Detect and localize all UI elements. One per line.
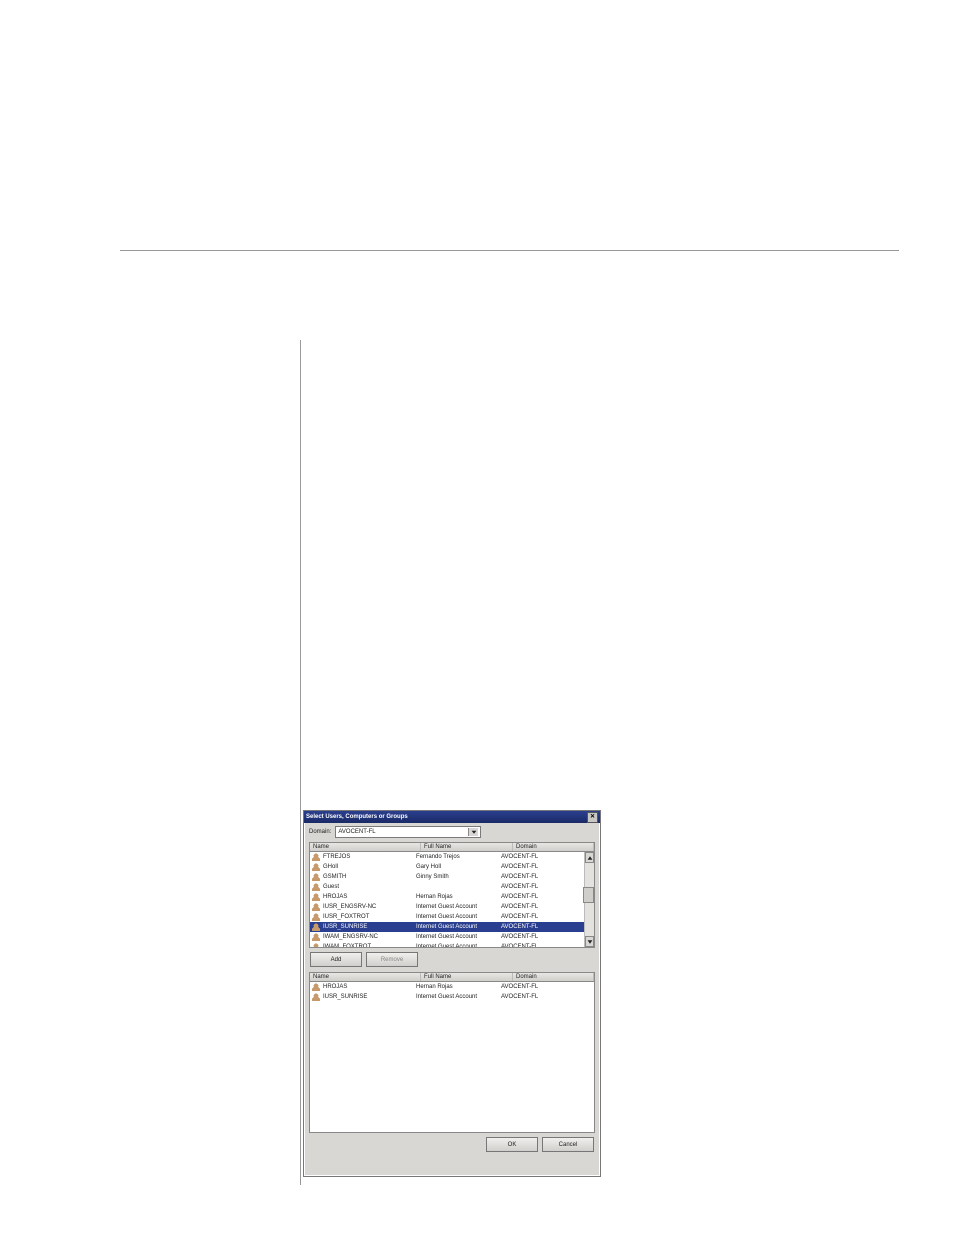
row-domain: AVOCENT-FL: [501, 994, 592, 1000]
col-domain[interactable]: Domain: [513, 843, 594, 851]
user-icon: [312, 993, 320, 1001]
scroll-up-icon[interactable]: [585, 852, 594, 863]
list-item[interactable]: IUSR_SUNRISE Internet Guest AccountAVOCEN…: [310, 992, 594, 1002]
available-list[interactable]: FTREJOSFernando TrejosAVOCENT-FLGHollGar…: [309, 852, 595, 948]
list-item[interactable]: HROJAS Hernan RojasAVOCENT-FL: [310, 892, 594, 902]
row-domain: AVOCENT-FL: [501, 884, 592, 890]
add-button[interactable]: Add: [310, 952, 362, 967]
row-fullname: Hernan Rojas: [416, 894, 501, 900]
available-list-header: Name Full Name Domain: [309, 842, 595, 852]
page-vertical-rule: [300, 340, 301, 1185]
list-item[interactable]: IUSR_FOXTROT Internet Guest AccountAVOCEN…: [310, 912, 594, 922]
ok-button[interactable]: OK: [486, 1137, 538, 1152]
col-domain-2[interactable]: Domain: [513, 973, 594, 981]
scroll-down-icon[interactable]: [585, 936, 594, 947]
list-item[interactable]: IUSR_ENGSRV-NC Internet Guest AccountAVOC…: [310, 902, 594, 912]
row-fullname: Ginny Smith: [416, 874, 501, 880]
ok-button-label: OK: [508, 1142, 517, 1148]
row-domain: AVOCENT-FL: [501, 894, 592, 900]
list-item[interactable]: HROJAS Hernan RojasAVOCENT-FL: [310, 982, 594, 992]
row-fullname: Internet Guest Account: [416, 934, 501, 940]
page-header-rule: [120, 250, 899, 251]
row-name: IUSR_ENGSRV-NC: [323, 904, 376, 910]
row-name: FTREJOS: [323, 854, 350, 860]
cancel-button-label: Cancel: [559, 1142, 578, 1148]
add-button-label: Add: [331, 957, 342, 963]
row-domain: AVOCENT-FL: [501, 914, 592, 920]
list-item[interactable]: GSMITH Ginny SmithAVOCENT-FL: [310, 872, 594, 882]
row-domain: AVOCENT-FL: [501, 904, 592, 910]
user-icon: [312, 893, 320, 901]
col-full-2[interactable]: Full Name: [421, 973, 513, 981]
row-name: HROJAS: [323, 984, 347, 990]
user-icon: [312, 943, 320, 948]
row-fullname: Internet Guest Account: [416, 914, 501, 920]
close-button[interactable]: ✕: [587, 812, 598, 823]
dialog-bottom-buttons: OK Cancel: [304, 1133, 600, 1157]
list-item[interactable]: IWAM_FOXTROT Internet Guest AccountAVOCEN…: [310, 942, 594, 948]
row-name: IUSR_SUNRISE: [323, 994, 367, 1000]
scroll-thumb[interactable]: [583, 887, 594, 903]
user-icon: [312, 913, 320, 921]
col-name-2[interactable]: Name: [310, 973, 421, 981]
row-name: IWAM_FOXTROT: [323, 944, 371, 948]
list-item[interactable]: FTREJOS Fernando TrejosAVOCENT-FL: [310, 852, 594, 862]
user-icon: [312, 923, 320, 931]
dialog-title: Select Users, Computers or Groups: [306, 814, 408, 820]
domain-row: Domain: AVOCENT-FL: [304, 823, 600, 840]
selected-list-header: Name Full Name Domain: [309, 972, 595, 982]
user-icon: [312, 873, 320, 881]
col-full[interactable]: Full Name: [421, 843, 513, 851]
user-icon: [312, 903, 320, 911]
row-domain: AVOCENT-FL: [501, 984, 592, 990]
list-item[interactable]: IUSR_SUNRISE Internet Guest AccountAVOCEN…: [310, 922, 594, 932]
row-domain: AVOCENT-FL: [501, 864, 592, 870]
row-domain: AVOCENT-FL: [501, 874, 592, 880]
selected-list[interactable]: HROJASHernan RojasAVOCENT-FLIUSR_SUNRISE…: [309, 982, 595, 1133]
dialog-title-bar: Select Users, Computers or Groups ✕: [304, 811, 600, 823]
select-users-dialog: Select Users, Computers or Groups ✕ Doma…: [303, 810, 601, 1177]
row-fullname: Internet Guest Account: [416, 904, 501, 910]
row-domain: AVOCENT-FL: [501, 934, 592, 940]
user-icon: [312, 863, 320, 871]
row-name: IWAM_ENGSRV-NC: [323, 934, 378, 940]
user-icon: [312, 983, 320, 991]
row-name: GSMITH: [323, 874, 346, 880]
row-domain: AVOCENT-FL: [501, 854, 592, 860]
list-item[interactable]: IWAM_ENGSRV-NC Internet Guest AccountAVOC…: [310, 932, 594, 942]
row-domain: AVOCENT-FL: [501, 924, 592, 930]
remove-button-label: Remove: [381, 957, 403, 963]
cancel-button[interactable]: Cancel: [542, 1137, 594, 1152]
row-fullname: Internet Guest Account: [416, 994, 501, 1000]
row-name: GHoll: [323, 864, 338, 870]
domain-value: AVOCENT-FL: [338, 829, 375, 835]
user-icon: [312, 883, 320, 891]
row-name: IUSR_SUNRISE: [323, 924, 367, 930]
domain-select[interactable]: AVOCENT-FL: [335, 826, 481, 838]
col-name[interactable]: Name: [310, 843, 421, 851]
remove-button[interactable]: Remove: [366, 952, 418, 967]
close-icon: ✕: [590, 814, 595, 820]
row-fullname: Hernan Rojas: [416, 984, 501, 990]
user-icon: [312, 853, 320, 861]
scrollbar[interactable]: [584, 852, 594, 947]
row-name: IUSR_FOXTROT: [323, 914, 369, 920]
add-remove-row: Add Remove: [304, 948, 600, 970]
row-fullname: Internet Guest Account: [416, 944, 501, 948]
list-item[interactable]: Guest AVOCENT-FL: [310, 882, 594, 892]
row-name: Guest: [323, 884, 339, 890]
domain-label: Domain:: [309, 829, 331, 835]
row-fullname: Fernando Trejos: [416, 854, 501, 860]
row-fullname: Internet Guest Account: [416, 924, 501, 930]
row-name: HROJAS: [323, 894, 347, 900]
chevron-down-icon: [468, 828, 478, 836]
user-icon: [312, 933, 320, 941]
row-domain: AVOCENT-FL: [501, 944, 592, 948]
row-fullname: Gary Holl: [416, 864, 501, 870]
list-item[interactable]: GHoll Gary HollAVOCENT-FL: [310, 862, 594, 872]
